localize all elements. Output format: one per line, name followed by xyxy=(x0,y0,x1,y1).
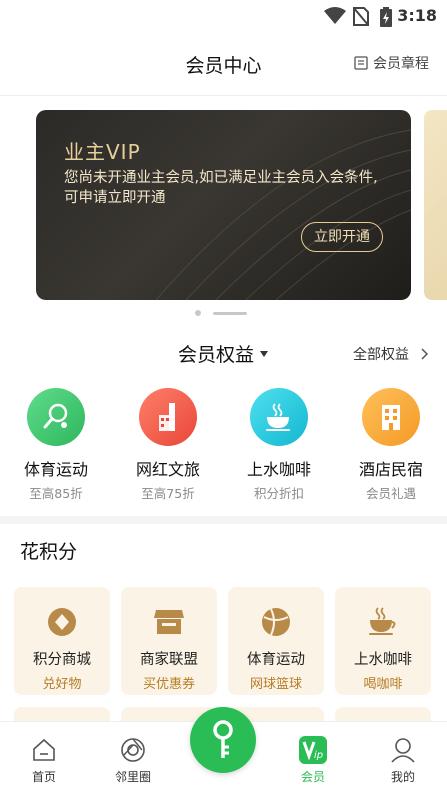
card-icon-wrap xyxy=(366,605,400,639)
circle-icon xyxy=(121,738,145,762)
card-icon-wrap xyxy=(259,605,293,639)
benefit-name: 酒店民宿 xyxy=(358,460,423,479)
status-bar: 3:18 xyxy=(0,0,447,32)
nav-label: 首页 xyxy=(31,770,56,784)
points-card-sports[interactable]: 体育运动 网球篮球 xyxy=(228,587,324,695)
card-sub: 喝咖啡 xyxy=(363,677,403,692)
card-icon-wrap xyxy=(152,605,186,639)
benefit-name: 体育运动 xyxy=(23,460,88,479)
all-benefits-link[interactable]: 全部权益 xyxy=(353,344,429,364)
carousel-dot xyxy=(195,310,201,316)
nav-vip[interactable]: ip 会员 xyxy=(278,736,348,785)
nav-label: 邻里圈 xyxy=(114,770,151,784)
next-banner-card[interactable] xyxy=(424,110,447,300)
battery-charging-icon xyxy=(380,7,392,27)
home-icon xyxy=(33,738,55,761)
vip-badge: 业主VIP xyxy=(64,140,141,164)
nav-icon-wrap xyxy=(98,736,168,764)
tennis-icon xyxy=(43,403,68,429)
all-benefits-label: 全部权益 xyxy=(353,347,409,363)
landmark-icon xyxy=(159,403,175,431)
svg-text:ip: ip xyxy=(314,750,323,761)
nav-home[interactable]: 首页 xyxy=(9,736,79,785)
card-name: 商家联盟 xyxy=(140,652,198,668)
vip-banner[interactable]: 业主VIP 您尚未开通业主会员,如已满足业主会员入会条件,可申请立即开通 立即开… xyxy=(36,110,411,300)
status-time: 3:18 xyxy=(397,6,437,25)
card-sub: 兑好物 xyxy=(42,677,82,692)
vip-icon: ip xyxy=(299,736,327,764)
benefit-circle xyxy=(362,388,420,446)
document-icon xyxy=(354,56,368,70)
coffee-cup-icon xyxy=(369,607,396,635)
card-name: 积分商城 xyxy=(33,652,91,668)
member-rules-link[interactable]: 会员章程 xyxy=(354,53,429,73)
section-divider xyxy=(0,516,447,524)
hotel-icon xyxy=(382,405,400,430)
nav-icon-wrap xyxy=(9,736,79,764)
no-sim-icon xyxy=(353,7,369,26)
card-sub: 网球篮球 xyxy=(249,677,302,692)
points-card-mall[interactable]: 积分商城 兑好物 xyxy=(14,587,110,695)
nav-icon-wrap xyxy=(368,736,438,764)
nav-icon-wrap: ip xyxy=(278,736,348,764)
points-card-coffee[interactable]: 上水咖啡 喝咖啡 xyxy=(335,587,431,695)
points-section-title: 花积分 xyxy=(20,541,78,563)
benefit-sports[interactable]: 体育运动 至高85折 xyxy=(6,388,106,502)
member-rules-label: 会员章程 xyxy=(373,56,429,72)
caret-down-icon xyxy=(260,350,269,357)
benefits-title[interactable]: 会员权益 xyxy=(178,340,269,367)
benefit-culture-travel[interactable]: 网红文旅 至高75折 xyxy=(118,388,218,502)
diamond-icon xyxy=(48,608,76,636)
carousel-indicator xyxy=(195,310,247,316)
carousel-dot-active xyxy=(213,311,247,315)
card-name: 体育运动 xyxy=(247,652,305,668)
benefit-name: 网红文旅 xyxy=(135,460,200,479)
key-icon xyxy=(213,720,233,758)
chevron-right-icon xyxy=(421,348,429,360)
benefit-sub: 积分折扣 xyxy=(253,486,304,501)
benefit-sub: 至高85折 xyxy=(29,486,83,501)
store-icon xyxy=(154,610,184,634)
card-sub: 买优惠券 xyxy=(142,677,195,692)
header: 会员中心 会员章程 xyxy=(0,32,447,96)
wifi-icon xyxy=(324,7,346,24)
nav-neighborhood[interactable]: 邻里圈 xyxy=(98,736,168,785)
key-button[interactable] xyxy=(190,707,256,773)
benefit-coffee[interactable]: 上水咖啡 积分折扣 xyxy=(229,388,329,502)
activate-now-button[interactable]: 立即开通 xyxy=(301,222,383,252)
benefits-title-label: 会员权益 xyxy=(178,344,255,366)
coffee-icon xyxy=(266,403,290,431)
benefit-circle xyxy=(27,388,85,446)
nav-profile[interactable]: 我的 xyxy=(368,736,438,785)
benefit-name: 上水咖啡 xyxy=(246,460,311,479)
benefit-sub: 至高75折 xyxy=(141,486,195,501)
banner-description: 您尚未开通业主会员,如已满足业主会员入会条件,可申请立即开通 xyxy=(64,170,378,206)
benefit-circle xyxy=(139,388,197,446)
card-icon-wrap xyxy=(45,605,79,639)
points-card-merchants[interactable]: 商家联盟 买优惠券 xyxy=(121,587,217,695)
nav-label: 我的 xyxy=(390,770,415,784)
nav-label: 会员 xyxy=(300,770,325,784)
ball-icon xyxy=(262,608,290,636)
benefit-hotel[interactable]: 酒店民宿 会员礼遇 xyxy=(341,388,441,502)
benefit-sub: 会员礼遇 xyxy=(365,486,416,501)
card-name: 上水咖啡 xyxy=(354,652,412,668)
benefit-circle xyxy=(250,388,308,446)
profile-icon xyxy=(391,738,415,763)
